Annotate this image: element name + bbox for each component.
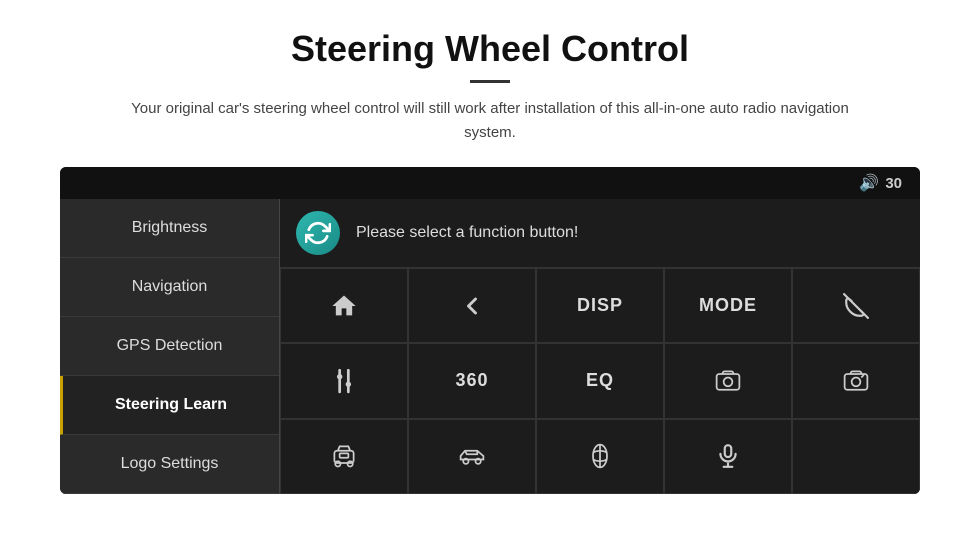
sidebar-item-logo[interactable]: Logo Settings bbox=[60, 435, 279, 494]
grid-cell-empty bbox=[792, 419, 920, 494]
car-side-icon bbox=[458, 442, 486, 470]
disp-label: DISP bbox=[577, 295, 623, 316]
grid-cell-eq[interactable]: EQ bbox=[536, 343, 664, 418]
title-divider bbox=[470, 80, 510, 83]
grid-cell-disp[interactable]: DISP bbox=[536, 268, 664, 343]
grid-cell-mode[interactable]: MODE bbox=[664, 268, 792, 343]
car-front-icon bbox=[330, 442, 358, 470]
grid-cell-tune[interactable] bbox=[280, 343, 408, 418]
sidebar-item-brightness[interactable]: Brightness bbox=[60, 199, 279, 258]
refresh-button[interactable] bbox=[296, 211, 340, 255]
button-grid: DISP MODE bbox=[280, 268, 920, 494]
grid-cell-mic[interactable] bbox=[664, 419, 792, 494]
camera1-icon bbox=[714, 367, 742, 395]
grid-cell-car-side[interactable] bbox=[408, 419, 536, 494]
car-top-icon bbox=[586, 442, 614, 470]
eq-label: EQ bbox=[586, 370, 614, 391]
grid-cell-home[interactable] bbox=[280, 268, 408, 343]
tune-icon bbox=[331, 368, 357, 394]
camera2-icon bbox=[842, 367, 870, 395]
sidebar-item-navigation[interactable]: Navigation bbox=[60, 258, 279, 317]
main-content: Please select a function button! bbox=[280, 199, 920, 494]
grid-cell-car-top[interactable] bbox=[536, 419, 664, 494]
sidebar-item-gps[interactable]: GPS Detection bbox=[60, 317, 279, 376]
volume-icon: 🔊 bbox=[859, 173, 879, 193]
subtitle: Your original car's steering wheel contr… bbox=[130, 97, 850, 145]
volume-value: 30 bbox=[885, 175, 902, 192]
grid-cell-360[interactable]: 360 bbox=[408, 343, 536, 418]
grid-cell-cam2[interactable] bbox=[792, 343, 920, 418]
function-bar: Please select a function button! bbox=[280, 199, 920, 268]
grid-cell-phone-off[interactable] bbox=[792, 268, 920, 343]
back-icon bbox=[458, 292, 486, 320]
home-icon bbox=[330, 292, 358, 320]
car-ui-body: Brightness Navigation GPS Detection Stee… bbox=[60, 199, 920, 494]
car-ui-panel: 🔊 30 Brightness Navigation GPS Detection… bbox=[60, 167, 920, 494]
grid-cell-car-front[interactable] bbox=[280, 419, 408, 494]
phone-off-icon bbox=[843, 293, 869, 319]
mode-label: MODE bbox=[699, 295, 757, 316]
page-title: Steering Wheel Control bbox=[291, 28, 689, 70]
sidebar: Brightness Navigation GPS Detection Stee… bbox=[60, 199, 280, 494]
top-bar: 🔊 30 bbox=[60, 167, 920, 199]
sidebar-item-steering-learn[interactable]: Steering Learn bbox=[60, 376, 279, 435]
grid-cell-cam1[interactable] bbox=[664, 343, 792, 418]
label-360: 360 bbox=[455, 370, 488, 391]
function-prompt: Please select a function button! bbox=[356, 224, 578, 242]
grid-cell-back[interactable] bbox=[408, 268, 536, 343]
mic-icon bbox=[715, 443, 741, 469]
